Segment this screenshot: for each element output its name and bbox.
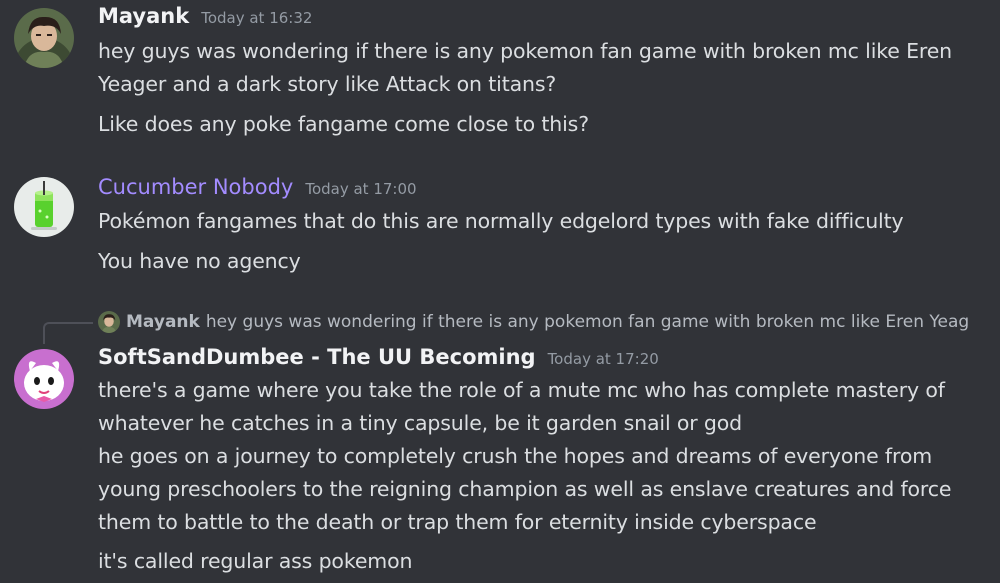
message-text: there's a game where you take the role o… (98, 378, 945, 402)
chat-messages: Mayank Today at 16:32 hey guys was wonde… (0, 0, 1000, 583)
message-header: Mayank Today at 16:32 (98, 4, 312, 28)
timestamp[interactable]: Today at 16:32 (201, 9, 312, 27)
reply-connector (43, 322, 93, 344)
reply-preview-text[interactable]: hey guys was wondering if there is any p… (206, 312, 969, 332)
user-avatar-image (14, 349, 74, 409)
message-text: Yeager and a dark story like Attack on t… (98, 72, 557, 96)
message-text: whatever he catches in a tiny capsule, b… (98, 411, 743, 435)
username[interactable]: SoftSandDumbee - The UU Becoming (98, 345, 536, 369)
message-text: hey guys was wondering if there is any p… (98, 39, 953, 63)
reply-username[interactable]: Mayank (126, 312, 200, 332)
username[interactable]: Cucumber Nobody (98, 175, 293, 199)
message-text: them to battle to the death or trap them… (98, 510, 817, 534)
message-text: Pokémon fangames that do this are normal… (98, 209, 904, 233)
avatar[interactable] (14, 8, 74, 68)
message-text: Like does any poke fangame come close to… (98, 112, 589, 136)
message-text: young preschoolers to the reigning champ… (98, 477, 952, 501)
reply-reference[interactable]: Mayank hey guys was wondering if there i… (98, 311, 998, 333)
timestamp[interactable]: Today at 17:20 (548, 350, 659, 368)
avatar[interactable] (14, 349, 74, 409)
message-header: SoftSandDumbee - The UU Becoming Today a… (98, 345, 659, 369)
timestamp[interactable]: Today at 17:00 (305, 180, 416, 198)
user-avatar-image (14, 177, 74, 237)
user-avatar-image (14, 8, 74, 68)
reply-avatar (98, 311, 120, 333)
message-header: Cucumber Nobody Today at 17:00 (98, 175, 417, 199)
avatar[interactable] (14, 177, 74, 237)
message-text: it's called regular ass pokemon (98, 549, 413, 573)
message-text: he goes on a journey to completely crush… (98, 444, 933, 468)
message-text: You have no agency (98, 249, 301, 273)
username[interactable]: Mayank (98, 4, 189, 28)
